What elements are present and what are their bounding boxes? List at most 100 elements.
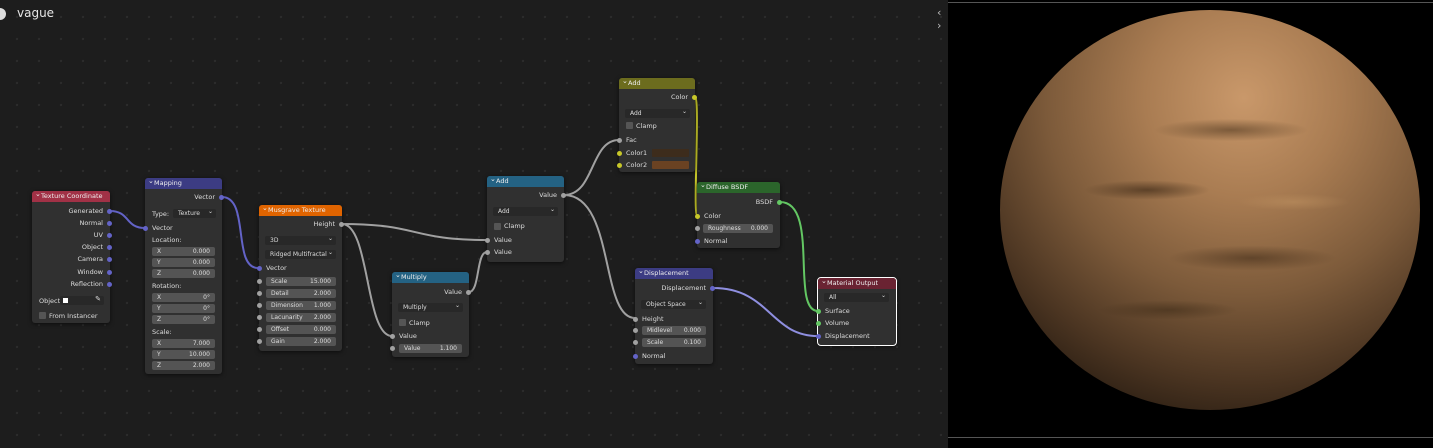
location-y-field[interactable]: Y 0.000 — [152, 258, 215, 267]
dimensions-dropdown[interactable]: 3D — [265, 234, 336, 245]
output-window: Window — [77, 268, 103, 276]
node-header[interactable]: Add — [487, 174, 564, 187]
clamp-checkbox[interactable] — [626, 122, 633, 129]
texture-coordinate-node[interactable]: Texture Coordinate Generated Normal UV O… — [32, 189, 112, 323]
socket-displacement-out[interactable] — [710, 286, 715, 291]
rotation-y-field[interactable]: Y 0° — [152, 304, 215, 313]
socket-displacement[interactable] — [816, 334, 821, 339]
diffuse-bsdf-node[interactable]: Diffuse BSDF BSDF Color Roughness0.000 N… — [695, 180, 782, 248]
clamp-checkbox[interactable] — [399, 319, 406, 326]
rotation-z-field[interactable]: Z 0° — [152, 315, 215, 324]
socket-value-in-2[interactable] — [485, 250, 490, 255]
scale-z-field[interactable]: Z 2.000 — [152, 361, 215, 370]
output-height: Height — [313, 220, 336, 228]
node-header[interactable]: Musgrave Texture — [259, 203, 342, 216]
socket-window[interactable] — [107, 270, 112, 275]
offset-field[interactable]: Offset 0.000 — [266, 325, 336, 334]
socket-color1[interactable] — [617, 151, 622, 156]
socket-midlevel[interactable] — [633, 328, 638, 333]
socket-generated[interactable] — [107, 209, 112, 214]
material-output-node[interactable]: Material Output All Surface Volume Displ… — [816, 276, 897, 346]
lacunarity-field[interactable]: Lacunarity 2.000 — [266, 313, 336, 322]
add-math-node[interactable]: Add Value Add Clamp Value Value — [485, 174, 566, 262]
type-dropdown[interactable]: Texture — [173, 207, 216, 218]
node-header[interactable]: Material Output — [818, 276, 896, 289]
normal-label: Normal — [704, 237, 728, 245]
vector-input-label: Vector — [152, 224, 173, 232]
detail-field[interactable]: Detail 2.000 — [266, 289, 336, 298]
multiply-node[interactable]: Multiply Value Multiply Clamp Value Valu… — [390, 270, 471, 357]
socket-value-in-1[interactable] — [390, 334, 395, 339]
scale-x-field[interactable]: X 7.000 — [152, 339, 215, 348]
socket-surface[interactable] — [816, 309, 821, 314]
socket-object[interactable] — [107, 245, 112, 250]
from-instancer-checkbox[interactable] — [39, 312, 46, 319]
socket-reflection[interactable] — [107, 282, 112, 287]
node-header[interactable]: Displacement — [635, 266, 713, 279]
socket-camera[interactable] — [107, 257, 112, 262]
blend-type-dropdown[interactable]: Add — [625, 107, 690, 118]
socket-gain[interactable] — [257, 339, 262, 344]
link-mapping-musgrave — [221, 196, 259, 269]
midlevel-field[interactable]: Midlevel 0.000 — [642, 326, 706, 335]
socket-normal[interactable] — [107, 221, 112, 226]
scale-y-field[interactable]: Y 10.000 — [152, 350, 215, 359]
scale-field[interactable]: Scale 15.000 — [266, 277, 336, 286]
value-field[interactable]: Value 1.100 — [399, 344, 462, 353]
scale-field[interactable]: Scale 0.100 — [642, 338, 706, 347]
socket-offset[interactable] — [257, 327, 262, 332]
socket-value-in-2[interactable] — [390, 346, 395, 351]
musgrave-texture-node[interactable]: Musgrave Texture Height 3D Ridged Multif… — [257, 203, 344, 351]
socket-dimension[interactable] — [257, 303, 262, 308]
node-header[interactable]: Mapping — [145, 176, 222, 189]
displacement-node[interactable]: Displacement Displacement Object Space H… — [633, 266, 715, 364]
musgrave-type-dropdown[interactable]: Ridged Multifractal — [265, 248, 336, 259]
space-dropdown[interactable]: Object Space — [641, 298, 706, 309]
output-reflection: Reflection — [70, 280, 103, 288]
socket-uv[interactable] — [107, 233, 112, 238]
socket-value-out[interactable] — [466, 290, 471, 295]
node-header[interactable]: Diffuse BSDF — [697, 180, 780, 193]
socket-value-in-1[interactable] — [485, 238, 490, 243]
dimension-field[interactable]: Dimension 1.000 — [266, 301, 336, 310]
socket-vector-in[interactable] — [257, 266, 262, 271]
color2-swatch[interactable] — [652, 161, 689, 169]
output-camera: Camera — [77, 255, 103, 263]
node-editor[interactable]: vague ‹ › Texture Coordinate Generated N… — [0, 0, 946, 448]
socket-vector-in[interactable] — [143, 226, 148, 231]
render-preview-viewport[interactable] — [948, 0, 1433, 448]
socket-lacunarity[interactable] — [257, 315, 262, 320]
rotation-x-field[interactable]: X 0° — [152, 293, 215, 302]
location-z-field[interactable]: Z 0.000 — [152, 269, 215, 278]
object-picker[interactable]: ✎ — [60, 295, 104, 305]
mapping-node[interactable]: Mapping Vector Type: Texture Vector Loca… — [143, 176, 224, 374]
socket-color-out[interactable] — [692, 95, 697, 100]
socket-normal[interactable] — [633, 354, 638, 359]
socket-normal[interactable] — [695, 239, 700, 244]
gain-field[interactable]: Gain 2.000 — [266, 337, 336, 346]
operation-dropdown[interactable]: Add — [493, 205, 558, 216]
socket-height-out[interactable] — [339, 222, 344, 227]
color1-swatch[interactable] — [652, 149, 689, 157]
target-dropdown[interactable]: All — [824, 291, 889, 302]
socket-fac[interactable] — [617, 138, 622, 143]
operation-dropdown[interactable]: Multiply — [398, 301, 463, 312]
socket-scale[interactable] — [633, 340, 638, 345]
socket-color2[interactable] — [617, 163, 622, 168]
clamp-checkbox[interactable] — [494, 223, 501, 230]
node-header[interactable]: Multiply — [392, 270, 469, 283]
socket-roughness[interactable] — [695, 226, 700, 231]
socket-height[interactable] — [633, 317, 638, 322]
socket-vector-out[interactable] — [219, 195, 224, 200]
socket-color-in[interactable] — [695, 214, 700, 219]
socket-value-out[interactable] — [561, 193, 566, 198]
socket-detail[interactable] — [257, 291, 262, 296]
socket-bsdf-out[interactable] — [777, 200, 782, 205]
location-x-field[interactable]: X 0.000 — [152, 247, 215, 256]
add-mix-node[interactable]: Add Color Add Clamp Fac Color1 Color2 — [617, 76, 697, 172]
roughness-field[interactable]: Roughness 0.000 — [703, 224, 773, 233]
socket-scale[interactable] — [257, 279, 262, 284]
node-header[interactable]: Add — [619, 76, 695, 89]
node-header[interactable]: Texture Coordinate — [32, 189, 110, 202]
socket-volume[interactable] — [816, 321, 821, 326]
